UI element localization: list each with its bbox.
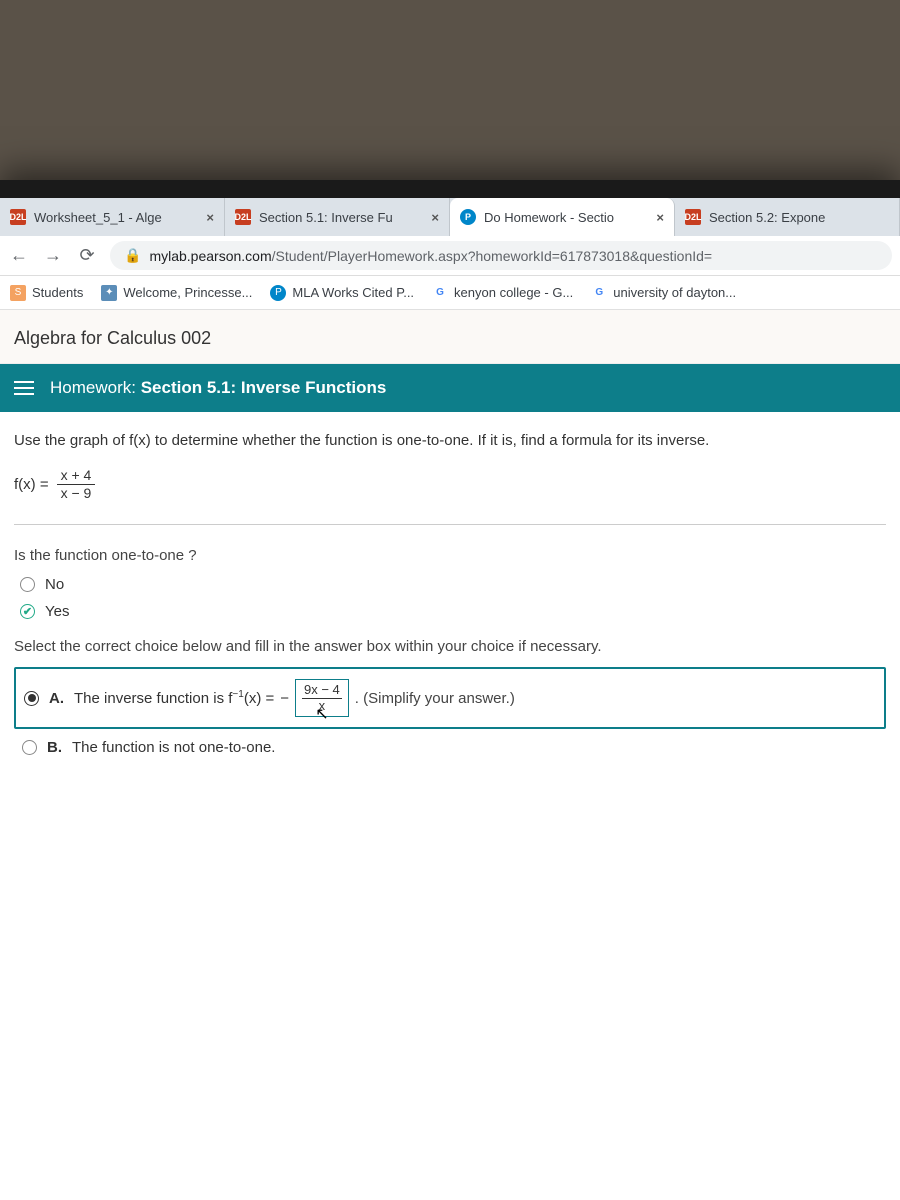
instruction-mc: Select the correct choice below and fill… <box>14 638 886 655</box>
back-button[interactable]: ← <box>8 245 30 266</box>
bookmark-icon: ✦ <box>101 285 117 301</box>
tab-do-homework[interactable]: P Do Homework - Sectio × <box>450 198 675 236</box>
bookmark-welcome[interactable]: ✦ Welcome, Princesse... <box>101 285 252 301</box>
problem-body: Use the graph of f(x) to determine wheth… <box>0 412 900 776</box>
tab-label: Section 5.1: Inverse Fu <box>259 210 393 225</box>
tab-worksheet[interactable]: D2L Worksheet_5_1 - Alge × <box>0 198 225 236</box>
tab-section51[interactable]: D2L Section 5.1: Inverse Fu × <box>225 198 450 236</box>
simplify-hint: . (Simplify your answer.) <box>355 690 515 707</box>
q1-options: No ✔ Yes <box>20 576 886 620</box>
divider <box>14 524 886 525</box>
close-icon[interactable]: × <box>206 210 214 225</box>
fraction: x + 4 x − 9 <box>57 467 96 502</box>
bookmark-label: MLA Works Cited P... <box>292 285 414 300</box>
bookmark-icon: S <box>10 285 26 301</box>
option-letter: B. <box>47 739 62 756</box>
function-definition: f(x) = x + 4 x − 9 <box>14 467 886 502</box>
d2l-icon: D2L <box>10 209 26 225</box>
inverse-text-before: The inverse function is f <box>74 690 232 707</box>
option-no[interactable]: No <box>20 576 886 593</box>
answer-line: The inverse function is f−1(x) = − 9x − … <box>74 679 515 718</box>
option-b[interactable]: B. The function is not one-to-one. <box>14 729 886 766</box>
bookmark-dayton[interactable]: G university of dayton... <box>591 285 736 301</box>
bookmark-label: kenyon college - G... <box>454 285 573 300</box>
reload-button[interactable]: ⟳ <box>76 245 98 266</box>
denominator: x − 9 <box>57 485 96 502</box>
minus-sign: − <box>280 690 289 707</box>
bookmark-label: Students <box>32 285 83 300</box>
bookmark-label: Welcome, Princesse... <box>123 285 252 300</box>
browser-toolbar: ← → ⟳ 🔒 mylab.pearson.com/Student/Player… <box>0 236 900 276</box>
browser-window: D2L Worksheet_5_1 - Alge × D2L Section 5… <box>0 180 900 1200</box>
option-label: Yes <box>45 603 69 620</box>
tab-strip: D2L Worksheet_5_1 - Alge × D2L Section 5… <box>0 198 900 236</box>
answer-numerator: 9x − 4 <box>302 683 342 699</box>
tab-label: Section 5.2: Expone <box>709 210 825 225</box>
option-text: The function is not one-to-one. <box>72 739 275 756</box>
problem-instruction: Use the graph of f(x) to determine wheth… <box>14 432 886 449</box>
cursor-icon: ↖ <box>315 706 328 724</box>
radio-unchecked-icon <box>20 577 35 592</box>
hw-title: Section 5.1: Inverse Functions <box>141 378 387 397</box>
bookmarks-bar: S Students ✦ Welcome, Princesse... P MLA… <box>0 276 900 310</box>
pearson-icon: P <box>460 209 476 225</box>
menu-icon[interactable] <box>14 381 34 395</box>
d2l-icon: D2L <box>235 209 251 225</box>
bookmark-kenyon[interactable]: G kenyon college - G... <box>432 285 573 301</box>
tab-section52[interactable]: D2L Section 5.2: Expone <box>675 198 900 236</box>
radio-selected-icon <box>24 691 39 706</box>
close-icon[interactable]: × <box>656 210 664 225</box>
homework-header: Homework: Section 5.1: Inverse Functions <box>0 364 900 412</box>
bookmark-label: university of dayton... <box>613 285 736 300</box>
hw-prefix: Homework: <box>50 378 136 397</box>
option-a[interactable]: A. The inverse function is f−1(x) = − 9x… <box>14 667 886 730</box>
exponent: −1 <box>232 689 243 700</box>
radio-unchecked-icon <box>22 740 37 755</box>
lock-icon: 🔒 <box>124 247 141 264</box>
option-letter: A. <box>49 690 64 707</box>
tab-label: Worksheet_5_1 - Alge <box>34 210 162 225</box>
course-title: Algebra for Calculus 002 <box>0 310 900 364</box>
fx-left: f(x) = <box>14 476 49 493</box>
google-icon: G <box>432 285 448 301</box>
inverse-text-after: (x) = <box>244 690 274 707</box>
bookmark-mla[interactable]: P MLA Works Cited P... <box>270 285 414 301</box>
tab-label: Do Homework - Sectio <box>484 210 614 225</box>
d2l-icon: D2L <box>685 209 701 225</box>
option-yes[interactable]: ✔ Yes <box>20 603 886 620</box>
forward-button[interactable]: → <box>42 245 64 266</box>
answer-input-box[interactable]: 9x − 4 x ↖ <box>295 679 349 718</box>
radio-checked-icon: ✔ <box>20 604 35 619</box>
url-domain: mylab.pearson.com <box>149 248 271 264</box>
pearson-icon: P <box>270 285 286 301</box>
numerator: x + 4 <box>57 467 96 485</box>
url-path: /Student/PlayerHomework.aspx?homeworkId=… <box>272 248 713 264</box>
bookmark-students[interactable]: S Students <box>10 285 83 301</box>
question-one-to-one: Is the function one-to-one ? <box>14 547 886 564</box>
option-label: No <box>45 576 64 593</box>
google-icon: G <box>591 285 607 301</box>
close-icon[interactable]: × <box>431 210 439 225</box>
address-bar[interactable]: 🔒 mylab.pearson.com/Student/PlayerHomewo… <box>110 241 892 270</box>
